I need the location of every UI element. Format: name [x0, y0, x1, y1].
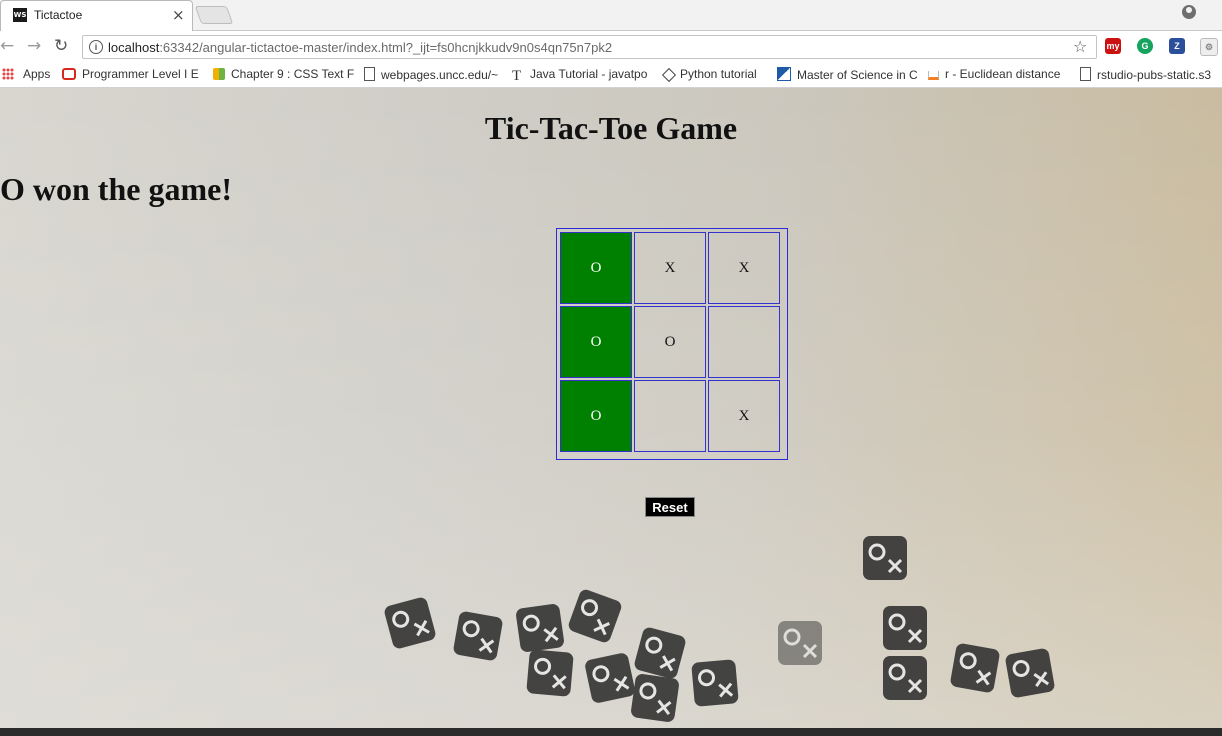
oracle-icon	[62, 68, 76, 80]
bookmark-label: Master of Science in C	[797, 68, 918, 82]
book-icon	[213, 68, 225, 80]
url-path: :63342/angular-tictactoe-master/index.ht…	[159, 40, 613, 55]
back-icon[interactable]: ←	[0, 36, 14, 56]
page-title: Tic-Tac-Toe Game	[484, 110, 738, 146]
bookmark-label: Python tutorial	[680, 67, 757, 81]
address-bar[interactable]: i localhost:63342/angular-tictactoe-mast…	[82, 35, 1097, 59]
url-text: localhost:63342/angular-tictactoe-master…	[108, 40, 612, 55]
bookmark-java-tutorial[interactable]: T Java Tutorial - javatpo	[512, 67, 648, 84]
bookmark-label: Apps	[23, 67, 51, 81]
bookmark-label: webpages.uncc.edu/~	[381, 68, 499, 82]
board-row: O O	[560, 306, 780, 378]
close-tab-icon[interactable]: ×	[172, 6, 185, 24]
new-tab-button[interactable]	[194, 6, 234, 24]
my-extension-icon[interactable]: my	[1105, 38, 1121, 54]
profile-icon[interactable]	[1182, 5, 1196, 19]
tab-title: Tictactoe	[34, 8, 83, 22]
extension-icon[interactable]: ⚙	[1200, 38, 1218, 56]
bookmark-webpages-uncc[interactable]: webpages.uncc.edu/~	[364, 67, 498, 82]
board-cell[interactable]: O	[634, 306, 706, 378]
browser-tab[interactable]: WS Tictactoe ×	[0, 0, 193, 31]
bookmark-star-icon[interactable]: ☆	[1073, 37, 1087, 56]
reload-icon[interactable]: ↻	[54, 36, 68, 56]
bookmark-euclidean-distance[interactable]: r - Euclidean distance	[928, 67, 1060, 81]
zotero-icon[interactable]: Z	[1169, 38, 1185, 54]
bookmark-apps[interactable]: Apps	[2, 67, 50, 81]
board-cell[interactable]: X	[708, 232, 780, 304]
bookmark-python-tutorial[interactable]: Python tutorial	[661, 67, 757, 83]
reset-button[interactable]: Reset	[645, 497, 695, 517]
browser-toolbar: ← → ↻ i localhost:63342/angular-tictacto…	[0, 31, 1222, 63]
tab-bar: WS Tictactoe ×	[0, 0, 1222, 31]
diamond-icon	[661, 67, 677, 83]
game-status: O won the game!	[0, 171, 232, 207]
webstorm-icon: WS	[13, 8, 27, 22]
page-icon	[364, 67, 375, 81]
bookmark-label: rstudio-pubs-static.s3	[1097, 68, 1212, 82]
flag-icon	[777, 67, 791, 81]
board-cell[interactable]	[634, 380, 706, 452]
bookmark-master-of-science[interactable]: Master of Science in C	[777, 67, 918, 82]
apps-icon	[2, 68, 14, 80]
board-cell[interactable]: O	[560, 232, 632, 304]
board-cell[interactable]: O	[560, 306, 632, 378]
forward-icon[interactable]: →	[27, 36, 41, 56]
bookmark-label: Programmer Level I E	[82, 67, 199, 81]
board-row: O X X	[560, 232, 780, 304]
board-row: O X	[560, 380, 780, 452]
game-board: O X X O O O X	[556, 228, 788, 460]
page-icon	[1080, 67, 1091, 81]
board-cell[interactable]: O	[560, 380, 632, 452]
url-host: localhost	[108, 40, 160, 55]
bookmarks-bar: Apps Programmer Level I E Chapter 9 : CS…	[0, 63, 1222, 88]
info-icon[interactable]: i	[89, 40, 103, 54]
grammarly-icon[interactable]: G	[1137, 38, 1153, 54]
taskbar	[0, 728, 1222, 736]
page-content: Tic-Tac-Toe Game O won the game! O X X O…	[0, 88, 1222, 728]
stack-icon	[928, 71, 939, 80]
bookmark-css-text[interactable]: Chapter 9 : CSS Text F	[213, 67, 354, 81]
t-icon: T	[512, 68, 522, 84]
bookmark-label: Chapter 9 : CSS Text F	[231, 67, 355, 81]
bookmark-label: Java Tutorial - javatpo	[530, 67, 648, 81]
board-cell[interactable]	[708, 306, 780, 378]
bookmark-label: r - Euclidean distance	[945, 67, 1061, 81]
board-cell[interactable]: X	[708, 380, 780, 452]
bookmark-rstudio-pubs[interactable]: rstudio-pubs-static.s3	[1080, 67, 1211, 82]
board-cell[interactable]: X	[634, 232, 706, 304]
bookmark-programmer-level[interactable]: Programmer Level I E	[62, 67, 199, 81]
